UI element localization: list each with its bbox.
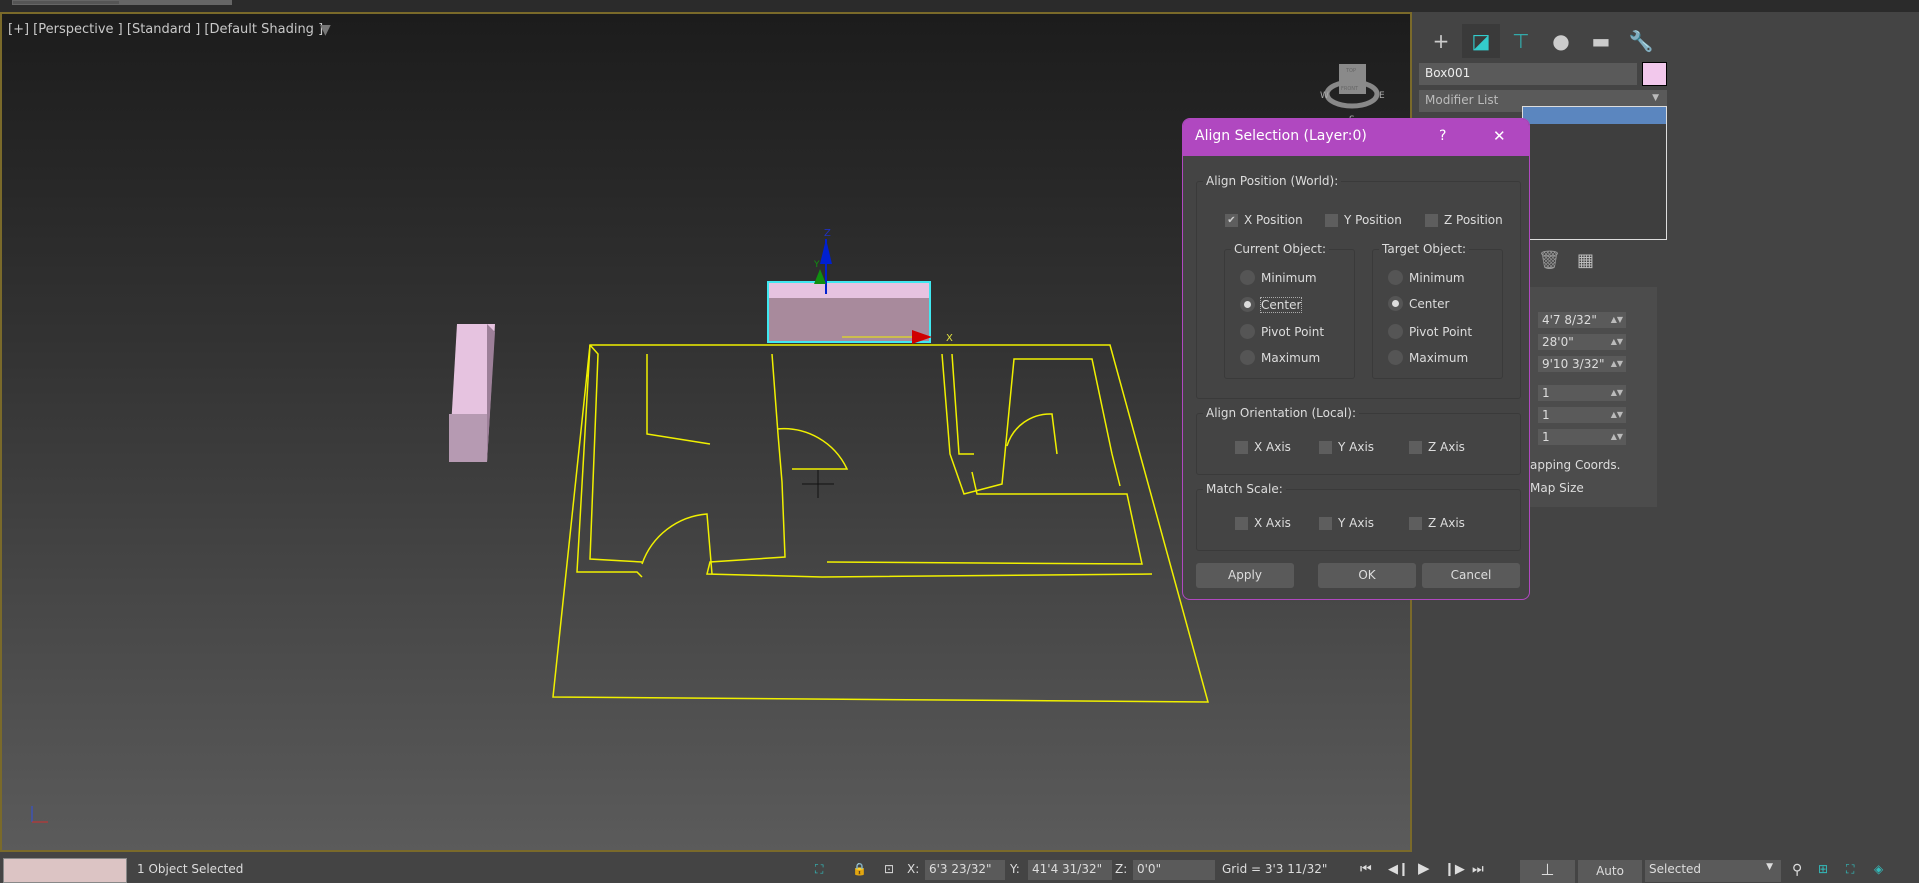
target-maximum-radio[interactable]: Maximum [1388, 350, 1468, 365]
modifier-stack[interactable] [1522, 106, 1667, 240]
target-minimum-radio[interactable]: Minimum [1388, 270, 1465, 285]
maxscript-listener-mini[interactable] [3, 858, 127, 883]
current-pivot-point-radio[interactable]: Pivot Point [1240, 324, 1324, 339]
set-key-button[interactable]: ⊥ [1520, 860, 1575, 883]
status-bar: 1 Object Selected ⛶ 🔒 ⊡ X: 6'3 23/32" Y:… [0, 852, 1919, 883]
width-spinner[interactable]: 28'0" ▲▼ [1538, 334, 1626, 350]
go-to-start-icon[interactable]: ⏮ [1360, 862, 1372, 877]
z-position-checkbox[interactable]: Z Position [1425, 213, 1503, 227]
dialog-title: Align Selection (Layer:0) [1195, 128, 1367, 144]
selection-status: 1 Object Selected [137, 862, 244, 876]
previous-frame-icon[interactable]: ◀❙ [1388, 862, 1409, 877]
check-icon: ✔ [1225, 213, 1238, 227]
help-button[interactable]: ? [1439, 128, 1446, 144]
gizmo-z-label: Z [824, 228, 831, 239]
object-color-swatch[interactable] [1642, 62, 1667, 86]
scale-z-axis-checkbox[interactable]: Z Axis [1409, 516, 1465, 530]
viewcube-top-label: TOP [1345, 68, 1356, 74]
apply-button[interactable]: Apply [1196, 563, 1294, 588]
cursor-crosshair [802, 470, 834, 498]
ok-button[interactable]: OK [1318, 563, 1416, 588]
width-segs-spinner[interactable]: 1 ▲▼ [1538, 407, 1626, 423]
orient-z-axis-checkbox[interactable]: Z Axis [1409, 440, 1465, 454]
play-icon[interactable]: ▶ [1418, 859, 1430, 877]
close-icon[interactable]: ✕ [1493, 127, 1506, 145]
y-label: Y: [1010, 862, 1020, 876]
height-spinner[interactable]: 9'10 3/32" ▲▼ [1538, 356, 1626, 372]
current-center-radio[interactable]: Center [1240, 296, 1303, 313]
key-filter-dropdown[interactable]: Selected ▼ [1645, 860, 1781, 882]
scale-x-axis-checkbox[interactable]: X Axis [1235, 516, 1291, 530]
current-maximum-radio[interactable]: Maximum [1240, 350, 1320, 365]
zoom-extents-all-icon[interactable]: ◈ [1874, 862, 1883, 876]
configure-modifier-sets-icon[interactable]: ▦ [1577, 250, 1594, 271]
zoom-extents-icon[interactable]: ⛶ [1846, 862, 1854, 877]
dialog-titlebar[interactable]: Align Selection (Layer:0) ? ✕ [1183, 119, 1529, 156]
absolute-mode-icon[interactable]: ⊡ [884, 862, 894, 876]
orient-x-axis-checkbox[interactable]: X Axis [1235, 440, 1291, 454]
chevron-down-icon: ▼ [1766, 862, 1773, 872]
gizmo-y-label: Y [813, 260, 820, 270]
align-selection-dialog: Align Selection (Layer:0) ? ✕ Align Posi… [1182, 118, 1530, 600]
height-segs-spinner[interactable]: 1 ▲▼ [1538, 429, 1626, 445]
hierarchy-tab-icon[interactable]: ⊤ [1502, 24, 1540, 58]
orient-y-axis-checkbox[interactable]: Y Axis [1319, 440, 1374, 454]
pink-box [449, 324, 495, 462]
axis-tripod [31, 806, 48, 823]
remove-modifier-trash-icon[interactable]: 🗑 [1538, 250, 1561, 271]
motion-tab-icon[interactable]: ● [1542, 24, 1580, 58]
cancel-button[interactable]: Cancel [1422, 563, 1520, 588]
display-tab-icon[interactable]: ▬ [1582, 24, 1620, 58]
generate-mapping-coords-label[interactable]: apping Coords. [1530, 458, 1620, 472]
next-frame-icon[interactable]: ❙▶ [1444, 862, 1465, 877]
zoom-icon[interactable]: ⚲ [1792, 862, 1802, 878]
modify-tab-icon[interactable]: ◪ [1462, 24, 1500, 58]
stack-item-selected[interactable] [1523, 107, 1666, 124]
target-pivot-point-radio[interactable]: Pivot Point [1388, 324, 1472, 339]
selected-box001: Z Y X [767, 228, 953, 344]
y-coord-field[interactable]: 41'4 31/32" [1028, 860, 1112, 880]
isolate-selection-icon[interactable]: ⛶ [815, 862, 823, 877]
selection-lock-icon[interactable]: 🔒 [852, 862, 867, 876]
x-coord-field[interactable]: 6'3 23/32" [925, 860, 1005, 880]
gizmo-x-label: X [946, 333, 953, 344]
z-label: Z: [1115, 862, 1128, 876]
viewcube-e-label: E [1379, 91, 1385, 101]
z-coord-field[interactable]: 0'0" [1133, 860, 1215, 880]
go-to-end-icon[interactable]: ⏭ [1472, 862, 1484, 877]
modifier-list-label: Modifier List [1425, 93, 1499, 107]
grid-size: Grid = 3'3 11/32" [1222, 862, 1328, 876]
viewcube[interactable]: TOP W E S FRONT [1320, 64, 1385, 125]
zoom-all-icon[interactable]: ⊞ [1818, 862, 1828, 876]
x-position-checkbox[interactable]: ✔ X Position [1225, 213, 1303, 227]
current-minimum-radio[interactable]: Minimum [1240, 270, 1317, 285]
length-spinner[interactable]: 4'7 8/32" ▲▼ [1538, 312, 1626, 328]
create-tab-icon[interactable]: + [1422, 24, 1460, 58]
top-tab-strip [0, 0, 1919, 12]
chevron-down-icon: ▼ [1652, 93, 1659, 103]
utilities-wrench-icon[interactable]: 🔧 [1622, 24, 1660, 58]
length-segs-spinner[interactable]: 1 ▲▼ [1538, 385, 1626, 401]
real-world-map-size-label[interactable]: Map Size [1530, 481, 1584, 495]
viewcube-w-label: W [1320, 91, 1329, 101]
object-name-field[interactable]: Box001 [1419, 63, 1637, 85]
target-center-radio[interactable]: Center [1388, 296, 1449, 311]
viewcube-front-label: FRONT [1341, 86, 1359, 92]
x-label: X: [907, 862, 920, 876]
auto-key-button[interactable]: Auto [1578, 860, 1642, 883]
floor-plan-wireframe [552, 344, 1209, 703]
y-position-checkbox[interactable]: Y Position [1325, 213, 1402, 227]
scale-y-axis-checkbox[interactable]: Y Axis [1319, 516, 1374, 530]
